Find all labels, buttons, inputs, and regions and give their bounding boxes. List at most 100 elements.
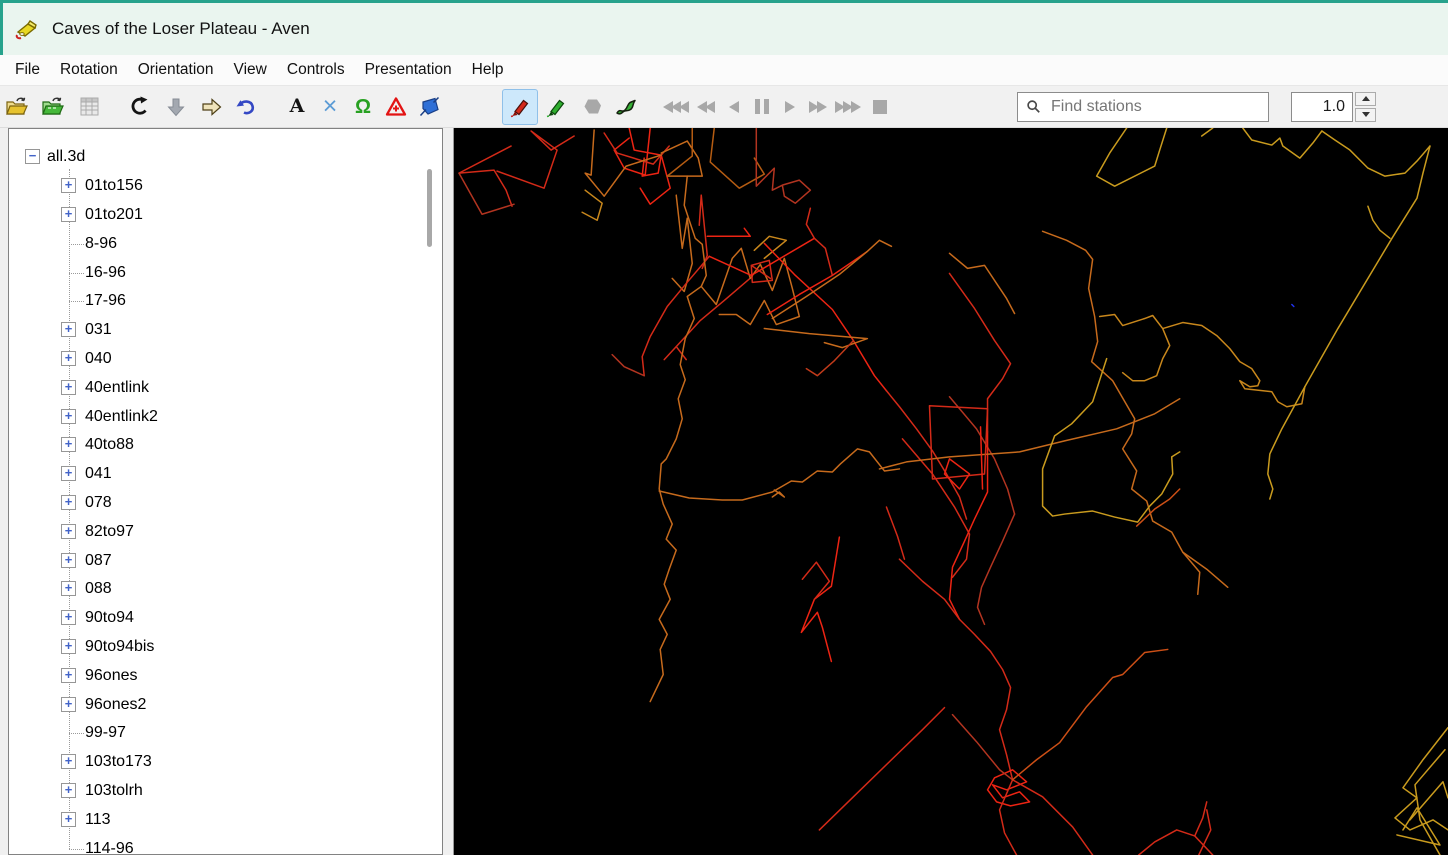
tree-item-label: 103to173 [85,753,152,771]
crosses-button[interactable]: × [317,92,343,122]
search-input[interactable] [1049,96,1260,117]
green-flag-button[interactable] [613,92,639,122]
menu-item-file[interactable]: File [5,57,50,83]
tree-item-031[interactable]: +031 [9,316,442,345]
tree-item-label: 96ones [85,666,138,684]
survey-3d-view[interactable] [454,128,1448,855]
play-button[interactable] [777,92,803,122]
clino-button[interactable] [416,92,442,122]
tree-item-label: 99-97 [85,724,126,742]
search-icon [1027,100,1040,113]
menu-item-presentation[interactable]: Presentation [355,57,462,83]
expand-toggle[interactable]: + [61,494,76,510]
tree-item-label: 01to156 [85,177,143,195]
tree-item-078[interactable]: +078 [9,489,442,518]
tree-item-96ones2[interactable]: +96ones2 [9,690,442,719]
expand-toggle[interactable]: + [61,667,76,683]
fixed-points-button[interactable] [383,92,409,122]
expand-toggle[interactable]: + [61,178,76,194]
tree-item-103tolrh[interactable]: +103tolrh [9,777,442,806]
station-names-button[interactable]: A [284,92,310,122]
cross-icon: × [322,92,338,120]
menu-item-orientation[interactable]: Orientation [128,57,224,83]
expand-toggle[interactable]: + [61,638,76,654]
menu-item-help[interactable]: Help [462,57,514,83]
open-terrain-button[interactable] [39,92,65,122]
tree-item-99-97[interactable]: 99-97 [9,719,442,748]
flag-icon [616,99,636,115]
undo-button[interactable] [233,92,259,122]
fast-forward-button[interactable] [805,92,831,122]
tree-item-040[interactable]: +040 [9,345,442,374]
tree-item-90to94[interactable]: +90to94 [9,604,442,633]
elevation-right-arrow-button[interactable] [198,92,224,122]
stop-button[interactable] [867,92,893,122]
spinner-up-button[interactable] [1355,91,1376,106]
tree-item-01to156[interactable]: +01to156 [9,172,442,201]
tree-item-17-96[interactable]: 17-96 [9,287,442,316]
menu-item-controls[interactable]: Controls [277,57,355,83]
expand-toggle[interactable]: + [61,754,76,770]
expand-toggle[interactable]: + [61,782,76,798]
tree-leaf-stub [69,733,84,735]
open-file-button[interactable] [3,92,29,122]
expand-toggle[interactable]: + [61,322,76,338]
menu-item-view[interactable]: View [224,57,277,83]
expand-toggle[interactable]: + [61,581,76,597]
tree-item-103to173[interactable]: +103to173 [9,748,442,777]
expand-toggle[interactable]: + [61,379,76,395]
expand-toggle[interactable]: + [61,696,76,712]
pause-icon [755,99,760,114]
step-back-button[interactable] [721,92,747,122]
skip-to-end-button[interactable] [833,92,863,122]
menu-item-rotation[interactable]: Rotation [50,57,128,83]
find-stations-search[interactable] [1017,91,1269,122]
tree-item-all.3d[interactable]: − all.3d [9,143,442,172]
down-arrow-icon [1361,112,1370,117]
tree-item-90to94bis[interactable]: +90to94bis [9,633,442,662]
expand-toggle[interactable]: + [61,523,76,539]
tree-item-01to201[interactable]: +01to201 [9,201,442,230]
expand-toggle[interactable]: + [61,437,76,453]
red-pen-button[interactable] [502,88,538,125]
tree-item-40to88[interactable]: +40to88 [9,431,442,460]
tree-item-label: 40entlink2 [85,407,158,425]
tree-item-088[interactable]: +088 [9,575,442,604]
tree-scrollbar-thumb[interactable] [427,169,432,247]
expand-toggle[interactable]: + [61,408,76,424]
rewind-button[interactable] [693,92,719,122]
tree-item-96ones[interactable]: +96ones [9,661,442,690]
log-grid-button[interactable] [76,92,102,122]
pause-button[interactable] [749,92,775,122]
tree-item-40entlink2[interactable]: +40entlink2 [9,402,442,431]
gray-polygon-button[interactable] [579,92,605,122]
tree-item-113[interactable]: +113 [9,805,442,834]
rotate-button[interactable] [126,92,152,122]
spinner-down-button[interactable] [1355,107,1376,122]
scale-spinner: 1.0 [1291,91,1376,122]
expand-toggle[interactable]: + [61,610,76,626]
expand-toggle[interactable]: + [61,552,76,568]
tree-item-114-96[interactable]: 114-96 [9,834,442,854]
tree-item-087[interactable]: +087 [9,546,442,575]
expand-toggle[interactable]: + [61,466,76,482]
tree-item-40entlink[interactable]: +40entlink [9,373,442,402]
expand-toggle[interactable]: + [61,206,76,222]
app-icon [13,16,39,42]
skip-to-start-button[interactable] [661,92,691,122]
tree-item-16-96[interactable]: 16-96 [9,258,442,287]
tree-item-041[interactable]: +041 [9,460,442,489]
spinner-value[interactable]: 1.0 [1291,91,1353,122]
entrances-button[interactable]: Ω [350,92,376,122]
plan-down-arrow-button[interactable] [163,92,189,122]
expand-toggle[interactable]: + [61,350,76,366]
warning-triangle-icon [385,97,407,116]
tree-item-82to97[interactable]: +82to97 [9,517,442,546]
splitter-sash[interactable] [443,128,454,855]
expand-toggle[interactable]: + [61,811,76,827]
green-pen-button[interactable] [543,92,569,122]
tree-item-label: 031 [85,321,112,339]
tree-item-8-96[interactable]: 8-96 [9,229,442,258]
tree-leaf-stub [69,272,84,274]
collapse-toggle[interactable]: − [25,149,40,165]
